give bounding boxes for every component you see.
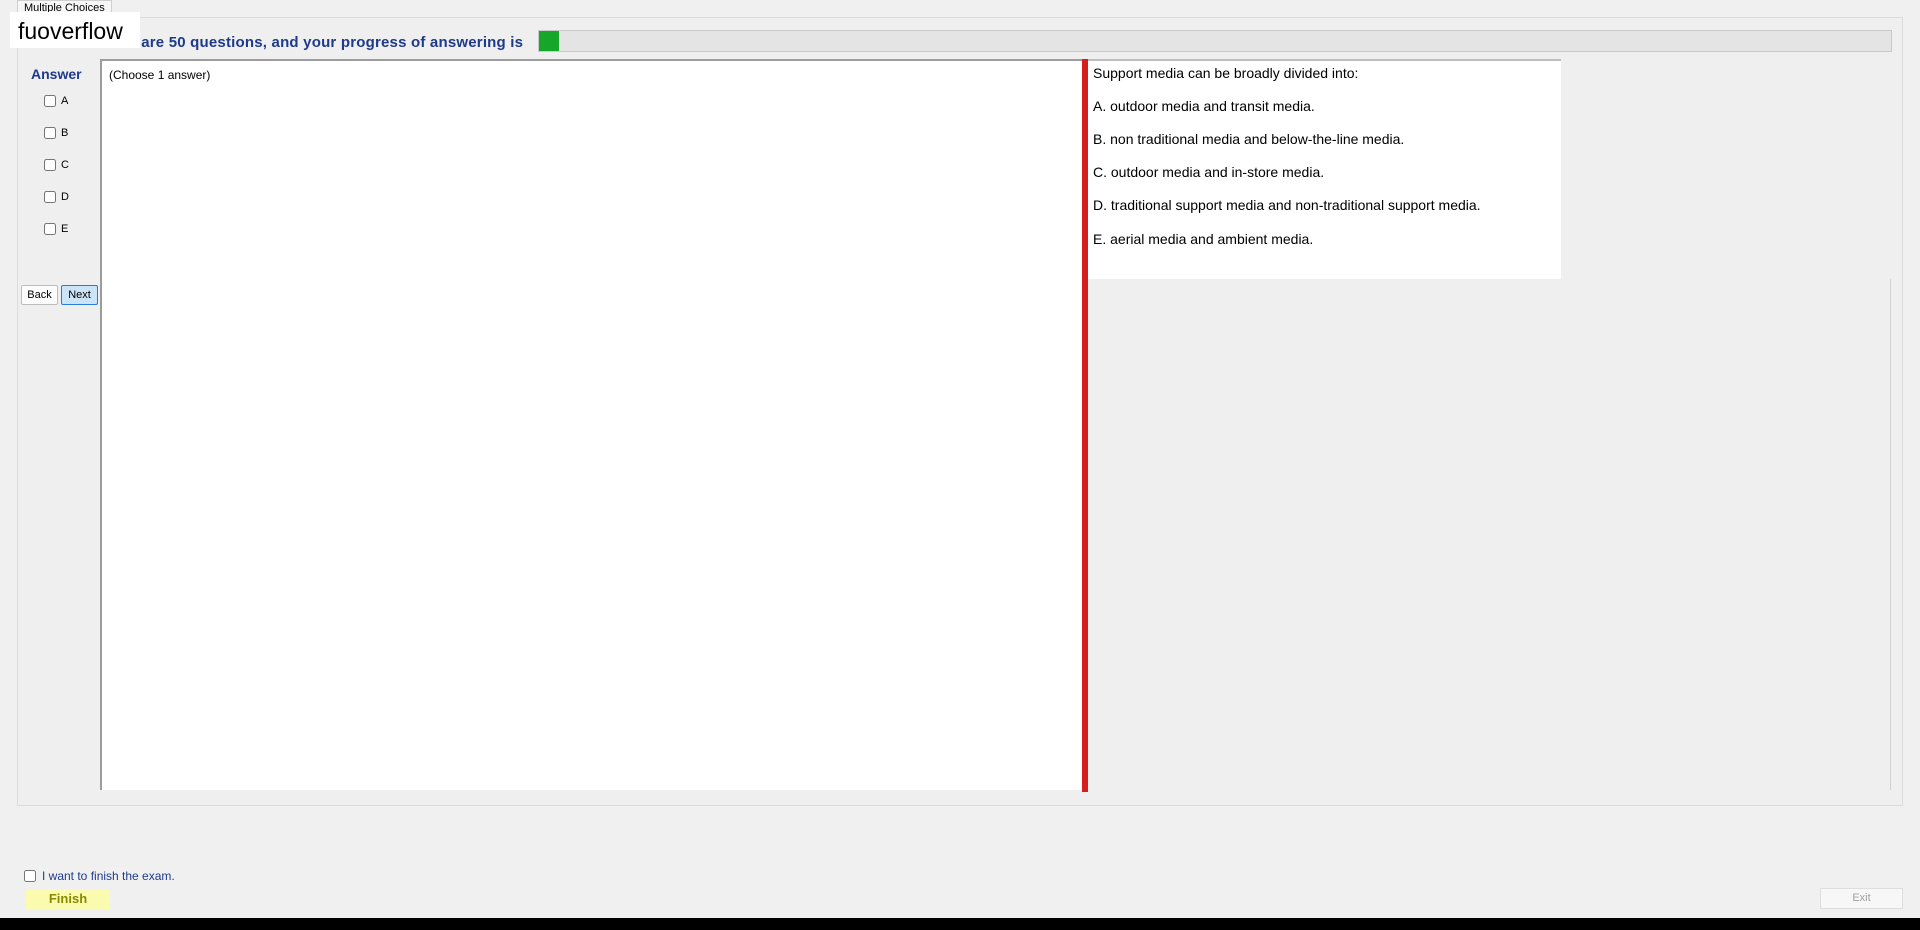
choice-d-text: D. traditional support media and non-tra… bbox=[1093, 197, 1481, 213]
question-panel: (Choose 1 answer) bbox=[100, 59, 1083, 790]
answer-checkbox-e[interactable] bbox=[44, 223, 56, 235]
answer-checkbox-b[interactable] bbox=[44, 127, 56, 139]
taskbar-strip bbox=[0, 918, 1920, 930]
next-button[interactable]: Next bbox=[61, 285, 98, 305]
back-button[interactable]: Back bbox=[21, 285, 58, 305]
choice-b-text: B. non traditional media and below-the-l… bbox=[1093, 131, 1405, 147]
choice-c-text: C. outdoor media and in-store media. bbox=[1093, 164, 1325, 180]
question-stem: Support media can be broadly divided int… bbox=[1093, 65, 1359, 81]
progress-bar bbox=[538, 30, 1892, 52]
answer-option-c[interactable]: C bbox=[44, 159, 69, 171]
answer-option-label: C bbox=[61, 159, 69, 171]
answer-option-label: B bbox=[61, 127, 69, 139]
exit-button[interactable]: Exit bbox=[1820, 888, 1903, 909]
answer-checkbox-a[interactable] bbox=[44, 95, 56, 107]
answer-option-e[interactable]: E bbox=[44, 223, 68, 235]
answer-option-a[interactable]: A bbox=[44, 95, 68, 107]
answer-checkbox-d[interactable] bbox=[44, 191, 56, 203]
watermark-label: fuoverflow bbox=[10, 12, 140, 48]
answer-option-label: E bbox=[61, 223, 69, 235]
empty-pane bbox=[1088, 279, 1891, 790]
answer-option-b[interactable]: B bbox=[44, 127, 68, 139]
answer-option-d[interactable]: D bbox=[44, 191, 69, 203]
answer-option-label: A bbox=[61, 95, 69, 107]
choices-panel: Support media can be broadly divided int… bbox=[1088, 59, 1561, 279]
finish-button[interactable]: Finish bbox=[26, 889, 110, 909]
choice-e-text: E. aerial media and ambient media. bbox=[1093, 231, 1314, 247]
progress-caption: There are 50 questions, and your progres… bbox=[95, 34, 524, 51]
answer-count-hint: (Choose 1 answer) bbox=[109, 68, 211, 82]
progress-fill bbox=[539, 31, 560, 51]
finish-exam-checkbox[interactable] bbox=[24, 870, 36, 882]
answer-checkbox-c[interactable] bbox=[44, 159, 56, 171]
answer-title: Answer bbox=[31, 66, 82, 82]
answer-option-label: D bbox=[61, 191, 69, 203]
finish-exam-check[interactable]: I want to finish the exam. bbox=[24, 869, 175, 883]
choice-a-text: A. outdoor media and transit media. bbox=[1093, 98, 1315, 114]
finish-exam-label: I want to finish the exam. bbox=[42, 869, 175, 883]
